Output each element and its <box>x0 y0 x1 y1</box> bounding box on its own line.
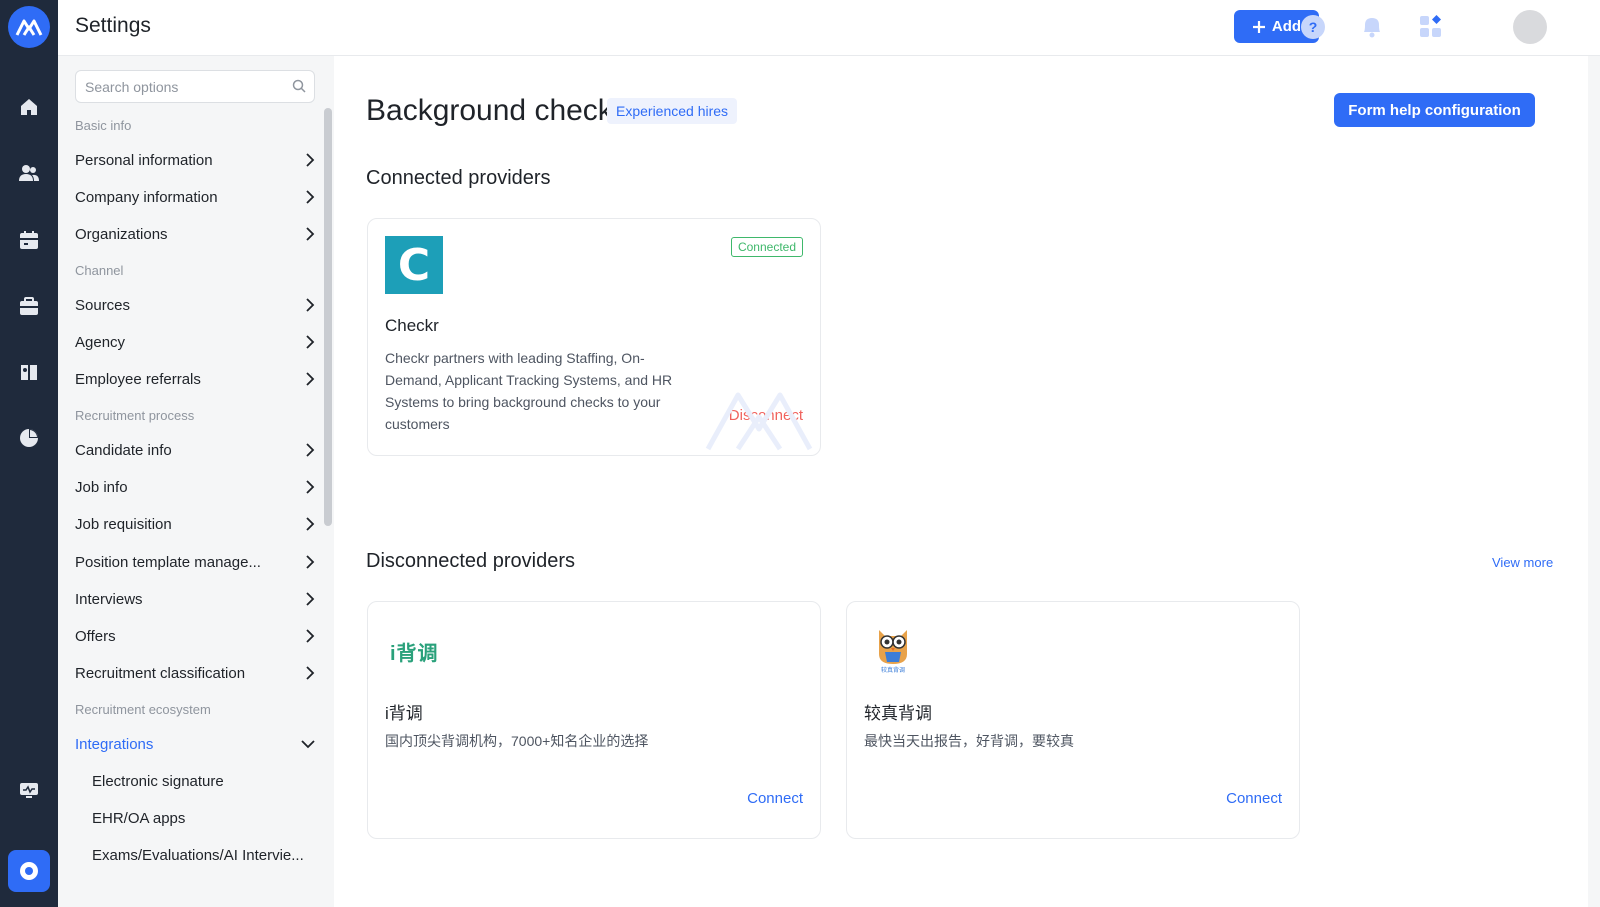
sidebar-item-employee-referrals[interactable]: Employee referrals <box>75 367 315 391</box>
status-badge: Connected <box>730 237 803 257</box>
sidebar-subitem-exams[interactable]: Exams/Evaluations/AI Intervie... <box>92 847 304 864</box>
view-more-link[interactable]: View more <box>1492 555 1553 570</box>
sidebar-item-label: Position template manage... <box>75 553 261 571</box>
plus-icon <box>1252 20 1265 33</box>
apps-icon[interactable] <box>1416 12 1446 42</box>
search-input[interactable] <box>76 71 276 102</box>
sidebar-item-label: Agency <box>75 333 126 351</box>
svg-text:?: ? <box>1309 19 1318 35</box>
form-help-configuration-button[interactable]: Form help configuration <box>1334 93 1535 127</box>
app-rail <box>0 0 58 907</box>
chevron-right-icon <box>306 372 315 386</box>
sidebar-item-label: Interviews <box>75 590 143 608</box>
sidebar-item-label: Sources <box>75 296 131 314</box>
sidebar-item-label: Recruitment classification <box>75 664 246 682</box>
bell-icon[interactable] <box>1357 12 1387 42</box>
provider-description: Checkr partners with leading Staffing, O… <box>385 350 673 432</box>
chevron-right-icon <box>306 555 315 569</box>
owl-logo-icon: 较真背调 <box>879 630 907 674</box>
sidebar-item-label: Organizations <box>75 225 168 243</box>
sidebar-item-offers[interactable]: Offers <box>75 624 315 648</box>
provider-description: 国内顶尖背调机构，7000+知名企业的选择 <box>385 733 649 749</box>
sidebar-subitem-ehr-oa-apps[interactable]: EHR/OA apps <box>92 810 185 827</box>
top-header: Settings Add ? <box>58 0 1600 56</box>
settings-sidebar: Basic info Personal information Company … <box>58 56 334 907</box>
sidebar-item-sources[interactable]: Sources <box>75 293 315 317</box>
chevron-right-icon <box>306 190 315 204</box>
watermark-logo-icon <box>705 392 813 451</box>
sidebar-item-label: Personal information <box>75 151 213 169</box>
chevron-right-icon <box>306 592 315 606</box>
sidebar-item-label: Employee referrals <box>75 370 201 388</box>
provider-card-jiaozhen: 较真背调 较真背调 最快当天出报告，好背调，要较真 Connect <box>846 601 1300 839</box>
sidebar-item-label: Job info <box>75 478 128 496</box>
chevron-right-icon <box>306 153 315 167</box>
disconnected-providers-title: Disconnected providers <box>366 550 575 572</box>
logo-icon[interactable] <box>8 6 50 48</box>
chevron-right-icon <box>306 227 315 241</box>
sidebar-item-position-template[interactable]: Position template manage... <box>75 550 315 574</box>
people-icon[interactable] <box>14 158 44 188</box>
section-label: Channel <box>75 263 124 278</box>
sidebar-item-job-info[interactable]: Job info <box>75 475 315 499</box>
sidebar-item-label: Integrations <box>75 735 154 753</box>
sidebar-item-label: Company information <box>75 188 218 206</box>
ibeidiao-logo: i背调 <box>390 643 439 665</box>
provider-name: 较真背调 <box>864 704 932 723</box>
book-icon[interactable] <box>14 357 44 387</box>
chevron-right-icon <box>306 480 315 494</box>
sidebar-item-recruitment-classification[interactable]: Recruitment classification <box>75 661 315 685</box>
sidebar-subitem-electronic-signature[interactable]: Electronic signature <box>92 773 224 790</box>
section-label: Recruitment process <box>75 408 195 423</box>
briefcase-icon[interactable] <box>14 291 44 321</box>
help-icon[interactable]: ? <box>1298 12 1328 42</box>
sidebar-item-personal-information[interactable]: Personal information <box>75 148 315 172</box>
chevron-right-icon <box>306 298 315 312</box>
connect-button[interactable]: Connect <box>1226 790 1282 807</box>
connected-providers-title: Connected providers <box>366 167 551 189</box>
sidebar-item-candidate-info[interactable]: Candidate info <box>75 438 315 462</box>
page-header-title: Settings <box>75 14 151 37</box>
page-title: Background check <box>366 94 613 127</box>
sidebar-item-label: Offers <box>75 627 116 645</box>
connect-button[interactable]: Connect <box>747 790 803 807</box>
calendar-icon[interactable] <box>14 225 44 255</box>
pie-chart-icon[interactable] <box>14 423 44 453</box>
home-icon[interactable] <box>14 92 44 122</box>
checkr-logo: C <box>385 236 443 294</box>
monitor-icon[interactable] <box>14 775 44 805</box>
search-icon <box>292 79 306 93</box>
chevron-right-icon <box>306 517 315 531</box>
add-button-label: Add <box>1271 18 1302 35</box>
provider-description: 最快当天出报告，好背调，要较真 <box>864 733 1074 749</box>
provider-card-ibeidiao: i背调 i背调 国内顶尖背调机构，7000+知名企业的选择 Connect <box>367 601 821 839</box>
provider-name: Checkr <box>385 316 439 335</box>
sidebar-item-company-information[interactable]: Company information <box>75 185 315 209</box>
main-content: Background check Experienced hires Form … <box>334 56 1588 907</box>
chevron-right-icon <box>306 666 315 680</box>
provider-name: i背调 <box>385 704 423 723</box>
sidebar-item-interviews[interactable]: Interviews <box>75 587 315 611</box>
settings-icon[interactable] <box>8 850 50 892</box>
sidebar-item-label: Job requisition <box>75 515 172 533</box>
section-label: Basic info <box>75 118 132 133</box>
chevron-right-icon <box>306 629 315 643</box>
section-label: Recruitment ecosystem <box>75 702 211 717</box>
sidebar-item-integrations[interactable]: Integrations <box>75 732 315 756</box>
sidebar-item-agency[interactable]: Agency <box>75 330 315 354</box>
sidebar-item-job-requisition[interactable]: Job requisition <box>75 512 315 536</box>
chevron-right-icon <box>306 443 315 457</box>
sidebar-item-label: Candidate info <box>75 441 172 459</box>
sidebar-item-organizations[interactable]: Organizations <box>75 222 315 246</box>
search-box <box>75 70 315 103</box>
chevron-right-icon <box>306 335 315 349</box>
owl-logo-caption: 较真背调 <box>881 666 905 674</box>
hire-type-tag: Experienced hires <box>607 98 738 124</box>
sidebar-scrollbar[interactable] <box>324 108 332 526</box>
chevron-down-icon <box>301 740 315 749</box>
avatar[interactable] <box>1513 10 1547 44</box>
